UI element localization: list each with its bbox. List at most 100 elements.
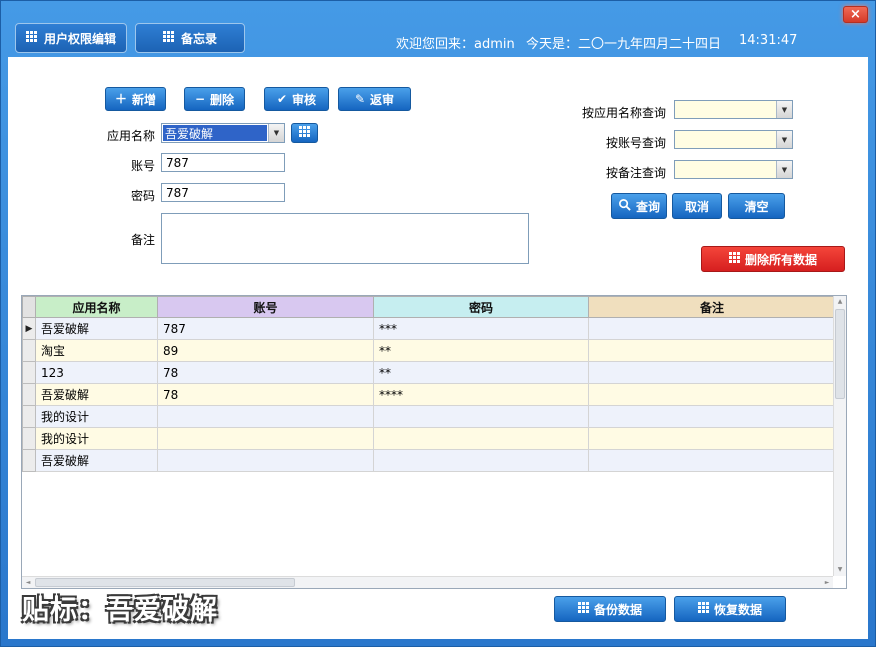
search-by-remark-label: 按备注查询 — [605, 166, 666, 180]
search-by-app-value — [675, 101, 776, 118]
table-cell[interactable] — [373, 405, 589, 428]
table-cell[interactable] — [588, 405, 836, 428]
grid-icon — [577, 602, 589, 616]
query-button[interactable]: 查询 — [611, 193, 667, 219]
tab-label: 备忘录 — [180, 31, 217, 46]
table-row[interactable]: 我的设计 — [22, 427, 836, 450]
column-header-app-name[interactable]: 应用名称 — [35, 296, 158, 318]
return-audit-button[interactable]: ✎ 返审 — [338, 87, 411, 111]
search-by-account-combobox[interactable]: ▼ — [674, 130, 793, 149]
row-indicator — [22, 361, 36, 384]
vertical-scrollbar[interactable]: ▲ ▼ — [833, 296, 846, 576]
clear-button-label: 清空 — [744, 199, 769, 214]
welcome-text: 欢迎您回来：admin — [396, 37, 515, 52]
column-header-account[interactable]: 账号 — [157, 296, 374, 318]
app-name-combobox[interactable]: 吾爱破解 ▼ — [161, 123, 285, 143]
search-by-account-label: 按账号查询 — [605, 136, 666, 150]
query-button-label: 查询 — [635, 199, 660, 214]
table-cell[interactable] — [157, 427, 374, 450]
audit-button[interactable]: ✔ 审核 — [264, 87, 329, 111]
tab-label: 用户权限编辑 — [43, 31, 116, 46]
row-indicator — [22, 449, 36, 472]
table-cell[interactable]: 淘宝 — [35, 339, 158, 362]
table-cell[interactable]: *** — [373, 317, 589, 340]
chevron-down-icon[interactable]: ▼ — [268, 124, 284, 142]
table-cell[interactable] — [157, 449, 374, 472]
search-by-app-combobox[interactable]: ▼ — [674, 100, 793, 119]
table-cell[interactable]: 我的设计 — [35, 405, 158, 428]
cancel-button-label: 取消 — [684, 199, 709, 214]
edit-icon: ✎ — [354, 92, 366, 106]
account-input[interactable] — [161, 153, 285, 172]
table-cell[interactable] — [588, 361, 836, 384]
app-name-picker-button[interactable] — [291, 123, 318, 143]
search-by-account-value — [675, 131, 776, 148]
table-row[interactable]: 123 78 ** — [22, 361, 836, 384]
add-button-label: 新增 — [132, 92, 157, 107]
table-cell[interactable] — [588, 339, 836, 362]
table-cell[interactable] — [588, 427, 836, 450]
chevron-down-icon[interactable]: ▼ — [776, 161, 792, 178]
table-cell[interactable]: 吾爱破解 — [35, 317, 158, 340]
backup-data-button[interactable]: 备份数据 — [554, 596, 666, 622]
table-cell[interactable]: ** — [373, 339, 589, 362]
table-row[interactable]: 我的设计 — [22, 405, 836, 428]
tab-user-permission-edit[interactable]: 用户权限编辑 — [15, 23, 127, 53]
chevron-down-icon[interactable]: ▼ — [776, 131, 792, 148]
table-cell[interactable]: ** — [373, 361, 589, 384]
add-button[interactable]: ＋ 新增 — [105, 87, 166, 111]
scroll-right-icon[interactable]: ► — [821, 577, 833, 588]
cancel-button[interactable]: 取消 — [672, 193, 722, 219]
password-input[interactable] — [161, 183, 285, 202]
search-icon — [618, 198, 631, 214]
titlebar: 用户权限编辑 备忘录 欢迎您回来：admin 今天是：二〇一九年四月二十四日 1… — [5, 5, 871, 57]
table-cell[interactable]: **** — [373, 383, 589, 406]
table-row[interactable]: 吾爱破解 — [22, 449, 836, 472]
scroll-down-icon[interactable]: ▼ — [834, 564, 846, 576]
table-cell[interactable]: 89 — [157, 339, 374, 362]
table-cell[interactable]: 787 — [157, 317, 374, 340]
scroll-up-icon[interactable]: ▲ — [834, 296, 846, 308]
table-cell[interactable] — [373, 449, 589, 472]
restore-data-button[interactable]: 恢复数据 — [674, 596, 786, 622]
table-cell[interactable]: 吾爱破解 — [35, 449, 158, 472]
time-text: 14:31:47 — [739, 33, 798, 48]
column-header-password[interactable]: 密码 — [373, 296, 589, 318]
audit-button-label: 审核 — [292, 92, 317, 107]
delete-all-data-button[interactable]: 删除所有数据 — [701, 246, 845, 272]
delete-all-data-button-label: 删除所有数据 — [744, 252, 817, 267]
table-cell[interactable]: 78 — [157, 383, 374, 406]
table-cell[interactable] — [588, 449, 836, 472]
table-cell[interactable] — [588, 383, 836, 406]
chevron-down-icon[interactable]: ▼ — [776, 101, 792, 118]
selected-row-indicator: ▶ — [22, 317, 36, 340]
table-cell[interactable]: 我的设计 — [35, 427, 158, 450]
table-cell[interactable] — [588, 317, 836, 340]
search-by-remark-combobox[interactable]: ▼ — [674, 160, 793, 179]
grid-header-row: 应用名称 账号 密码 备注 — [22, 296, 836, 318]
table-cell[interactable] — [373, 427, 589, 450]
horizontal-scrollbar-thumb[interactable] — [35, 578, 295, 587]
vertical-scrollbar-thumb[interactable] — [835, 309, 845, 399]
horizontal-scrollbar[interactable]: ◄ ► — [22, 576, 833, 588]
clear-button[interactable]: 清空 — [728, 193, 785, 219]
app-name-label: 应用名称 — [107, 129, 156, 143]
column-header-remark[interactable]: 备注 — [588, 296, 836, 318]
table-cell[interactable]: 123 — [35, 361, 158, 384]
scroll-left-icon[interactable]: ◄ — [22, 577, 34, 588]
grid-icon — [162, 31, 174, 45]
table-row[interactable]: ▶ 吾爱破解 787 *** — [22, 317, 836, 340]
remark-textarea[interactable] — [161, 213, 529, 264]
table-cell[interactable] — [157, 405, 374, 428]
table-cell[interactable]: 吾爱破解 — [35, 383, 158, 406]
table-cell[interactable]: 78 — [157, 361, 374, 384]
delete-button[interactable]: − 删除 — [184, 87, 245, 111]
close-button[interactable]: × — [843, 6, 868, 23]
restore-data-button-label: 恢复数据 — [713, 602, 762, 617]
grid-icon — [728, 252, 740, 266]
table-row[interactable]: 吾爱破解 78 **** — [22, 383, 836, 406]
grid-icon — [697, 602, 709, 616]
row-indicator — [22, 405, 36, 428]
tab-memo[interactable]: 备忘录 — [135, 23, 245, 53]
table-row[interactable]: 淘宝 89 ** — [22, 339, 836, 362]
